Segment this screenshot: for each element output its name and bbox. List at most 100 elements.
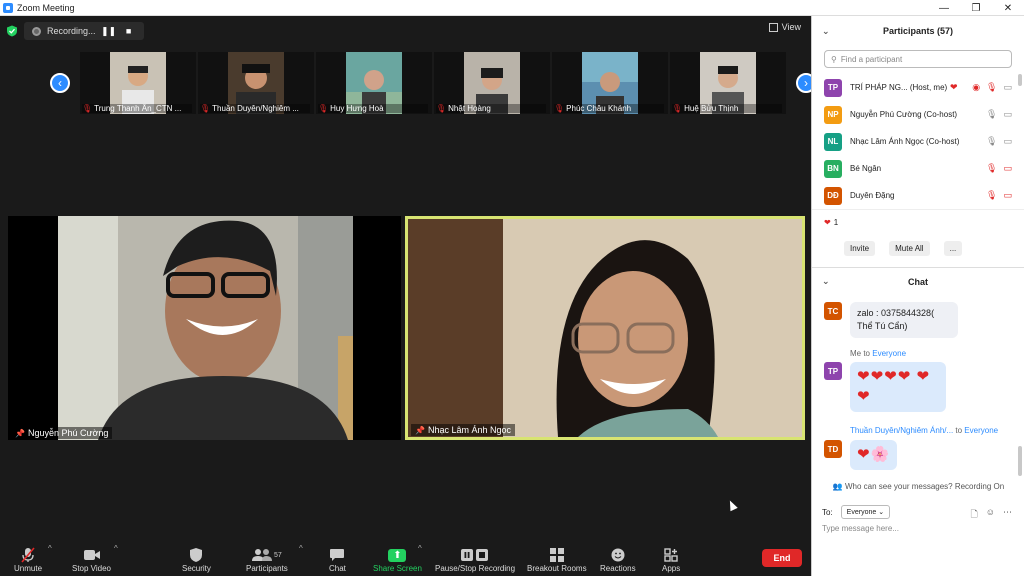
avatar: BN xyxy=(824,159,842,178)
video-camera-icon: ▭ xyxy=(1003,82,1012,92)
pin-icon: 📌 xyxy=(415,425,425,435)
participant-thumbnail[interactable]: 🎙 Huy Hưng Hoà xyxy=(316,52,432,114)
chat-bubble-icon xyxy=(329,546,345,564)
muted-mic-icon: 🎙 xyxy=(82,104,93,113)
apps-button[interactable]: Apps xyxy=(662,546,680,573)
invite-button[interactable]: Invite xyxy=(844,240,876,256)
share-screen-button[interactable]: ⬆ Share Screen xyxy=(373,546,422,573)
participants-actions: Invite Mute All ... xyxy=(812,235,1024,261)
tile-name-label: 📌 Nguyễn Phú Cường xyxy=(11,427,113,439)
chat-visibility-notice[interactable]: 👥 Who can see your messages? Recording O… xyxy=(812,482,1024,491)
participants-count-badge: 57 xyxy=(274,551,282,559)
participants-panel-header: ⌄ Participants (57) xyxy=(812,16,1024,46)
participant-status-icons: 🎙 ▭ xyxy=(986,136,1012,147)
chat-scrollbar[interactable] xyxy=(1018,446,1022,476)
maximize-icon[interactable]: ❐ xyxy=(960,0,992,16)
view-label: View xyxy=(781,22,801,32)
security-shield-icon xyxy=(189,546,203,564)
chat-message-meta: Thuần Duyên/Nghiêm Ánh/... to Everyone xyxy=(850,426,999,435)
audio-options-chevron-icon[interactable]: ^ xyxy=(48,544,52,553)
collapse-chevron-icon[interactable]: ⌄ xyxy=(822,26,830,37)
video-options-chevron-icon[interactable]: ^ xyxy=(114,544,118,553)
muted-mic-icon: 🎙 xyxy=(436,104,447,113)
participants-options-chevron-icon[interactable]: ^ xyxy=(299,544,303,553)
stop-video-button[interactable]: Stop Video xyxy=(72,546,111,573)
view-grid-icon xyxy=(768,22,778,32)
more-options-button[interactable]: ... xyxy=(943,240,963,256)
pause-stop-recording-button[interactable]: Pause/Stop Recording xyxy=(435,546,515,573)
participant-row[interactable]: TP TRÍ PHÁP NG... (Host, me) ❤ ◉ 🎙 ▭ xyxy=(812,74,1024,101)
thumbnail-name-label: 🎙 Huy Hưng Hoà xyxy=(318,104,428,113)
participants-panel-title: Participants (57) xyxy=(882,26,954,36)
participant-video xyxy=(408,219,802,437)
participant-thumbnail[interactable]: 🎙 Trung Thanh Ân_CTN ... xyxy=(80,52,196,114)
share-options-chevron-icon[interactable]: ^ xyxy=(418,544,422,553)
video-camera-icon: ▭ xyxy=(1003,136,1012,146)
participants-button[interactable]: 57 Participants xyxy=(246,546,288,573)
pause-stop-icon xyxy=(460,546,490,564)
muted-mic-icon: 🎙 xyxy=(986,163,998,173)
main-video-tile-right-active-speaker[interactable]: 📌 Nhạc Lâm Ánh Ngọc xyxy=(405,216,805,440)
avatar: NL xyxy=(824,132,842,151)
participant-thumbnail[interactable]: 🎙 Phúc Châu Khánh xyxy=(552,52,668,114)
previous-page-arrow-icon[interactable]: ‹ xyxy=(50,73,70,93)
meeting-status-bar: Recording... ❚❚ ■ xyxy=(6,22,144,40)
zoom-app-icon xyxy=(3,2,13,13)
unmute-button[interactable]: Unmute xyxy=(14,546,42,573)
collapse-chevron-icon[interactable]: ⌄ xyxy=(822,276,830,287)
more-options-icon[interactable]: ⋯ xyxy=(1003,507,1012,523)
chat-message: TP ❤❤❤❤ ❤❤ xyxy=(824,362,946,412)
apps-icon xyxy=(664,546,678,564)
thumbnail-name-label: 🎙 Thuần Duyên/Nghiêm ... xyxy=(200,104,310,113)
emoji-icon[interactable]: ☺ xyxy=(986,507,995,523)
participant-row[interactable]: NL Nhạc Lâm Ánh Ngọc (Co-host) 🎙 ▭ xyxy=(812,128,1024,155)
people-icon: 👥 xyxy=(832,482,843,491)
chat-tool-icons: 🗋 ☺ ⋯ xyxy=(971,507,1012,523)
pause-recording-icon[interactable]: ❚❚ xyxy=(101,24,116,38)
participant-row[interactable]: DĐ Duyên Đặng 🎙 ▭ xyxy=(812,182,1024,209)
participant-row[interactable]: NP Nguyễn Phú Cường (Co-host) 🎙 ▭ xyxy=(812,101,1024,128)
reactions-smiley-icon xyxy=(610,546,626,564)
microphone-icon: 🎙 xyxy=(986,136,998,146)
muted-mic-icon: 🎙 xyxy=(986,82,998,92)
security-button[interactable]: Security xyxy=(182,546,211,573)
participants-scrollbar[interactable] xyxy=(1018,74,1022,86)
chat-message: TD ❤🌸 xyxy=(824,440,898,470)
chat-button[interactable]: Chat xyxy=(329,546,346,573)
avatar: TP xyxy=(824,362,842,380)
chat-message: TC zalo : 0375844328( Thể Tú Cẩn) xyxy=(824,302,958,338)
main-video-tile-left[interactable]: 📌 Nguyễn Phú Cường xyxy=(8,216,401,440)
recording-indicator: Recording... ❚❚ ■ xyxy=(24,22,144,40)
minimize-icon[interactable]: — xyxy=(928,0,960,16)
meeting-toolbar: Unmute ^ Stop Video ^ Security 57 Partic… xyxy=(0,536,811,576)
close-icon[interactable]: ✕ xyxy=(992,0,1024,16)
file-attach-icon[interactable]: 🗋 xyxy=(971,507,978,523)
participant-thumbnail[interactable]: 🎙 Huệ Bửu Thịnh xyxy=(670,52,786,114)
view-button[interactable]: View xyxy=(768,22,801,32)
participant-thumbnail[interactable]: 🎙 Thuần Duyên/Nghiêm ... xyxy=(198,52,314,114)
video-camera-icon xyxy=(83,546,101,564)
participant-status-icons: ◉ 🎙 ▭ xyxy=(972,82,1012,93)
participant-row[interactable]: BN Bé Ngân 🎙 ▭ xyxy=(812,155,1024,182)
stop-recording-icon[interactable]: ■ xyxy=(122,24,136,38)
thumbnail-name-label: 🎙 Phúc Châu Khánh xyxy=(554,104,664,113)
to-label: To: xyxy=(822,507,833,517)
breakout-rooms-button[interactable]: Breakout Rooms xyxy=(527,546,587,573)
reactions-button[interactable]: Reactions xyxy=(600,546,636,573)
recipient-dropdown[interactable]: Everyone ⌄ xyxy=(840,505,891,519)
avatar: TD xyxy=(824,440,842,458)
participants-icon: 57 xyxy=(252,546,282,564)
end-meeting-button[interactable]: End xyxy=(762,549,802,567)
search-icon: ⚲ xyxy=(831,54,837,64)
reaction-summary: ❤ 1 xyxy=(812,209,1024,235)
muted-mic-icon: 🎙 xyxy=(672,104,683,113)
participant-thumbnail[interactable]: 🎙 Nhật Hoàng xyxy=(434,52,550,114)
encryption-shield-icon[interactable] xyxy=(6,25,18,37)
recording-label: Recording... xyxy=(47,26,96,36)
chat-message-input[interactable]: Type message here... xyxy=(822,524,899,533)
chat-message-text: ❤❤❤❤ ❤❤ xyxy=(850,362,946,412)
mute-all-button[interactable]: Mute All xyxy=(889,240,930,256)
participant-search-input[interactable]: ⚲ Find a participant xyxy=(824,50,1012,68)
participant-status-icons: 🎙 ▭ xyxy=(986,190,1012,201)
chat-message-text: ❤🌸 xyxy=(850,440,898,470)
